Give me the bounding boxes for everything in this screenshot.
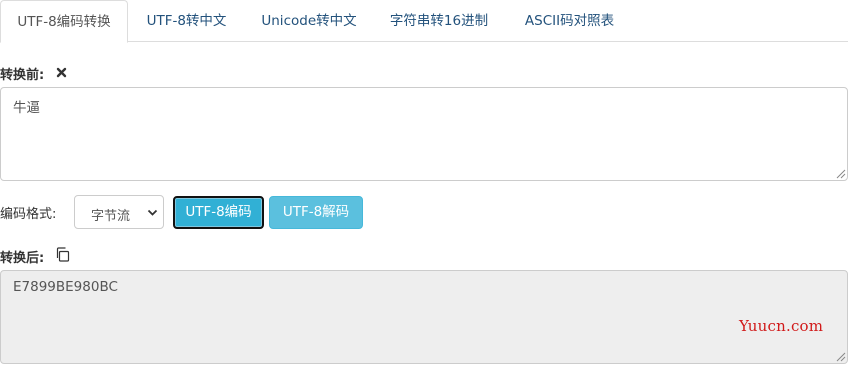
format-selected-value: 字节流: [91, 209, 131, 224]
tab-string-to-hex[interactable]: 字符串转16进制: [380, 0, 498, 42]
resize-grip-icon[interactable]: [836, 352, 846, 362]
utf8-encode-button[interactable]: UTF-8编码: [173, 196, 264, 229]
tab-ascii-table[interactable]: ASCII码对照表: [512, 0, 627, 42]
after-output[interactable]: E7899BE980BC: [0, 270, 848, 364]
format-select[interactable]: 字节流: [74, 195, 164, 229]
tab-bar: UTF-8编码转换 UTF-8转中文 Unicode转中文 字符串转16进制 A…: [0, 0, 848, 43]
copy-icon[interactable]: [55, 247, 70, 262]
resize-grip-icon[interactable]: [836, 169, 846, 179]
before-label: 转换前:: [0, 68, 45, 83]
utf8-decode-button[interactable]: UTF-8解码: [269, 196, 363, 229]
after-output-text: E7899BE980BC: [13, 279, 118, 295]
chevron-down-icon: [147, 209, 158, 216]
format-label: 编码格式:: [0, 207, 57, 222]
tab-utf8-encode[interactable]: UTF-8编码转换: [0, 0, 128, 43]
tab-utf8-to-chinese[interactable]: UTF-8转中文: [135, 0, 238, 42]
watermark: Yuucn.com: [739, 317, 824, 335]
before-input-text: 牛逼: [13, 100, 40, 116]
tab-unicode-to-chinese[interactable]: Unicode转中文: [250, 0, 368, 42]
after-label: 转换后:: [0, 251, 45, 266]
close-icon[interactable]: [56, 67, 67, 78]
before-input[interactable]: 牛逼: [0, 87, 848, 181]
